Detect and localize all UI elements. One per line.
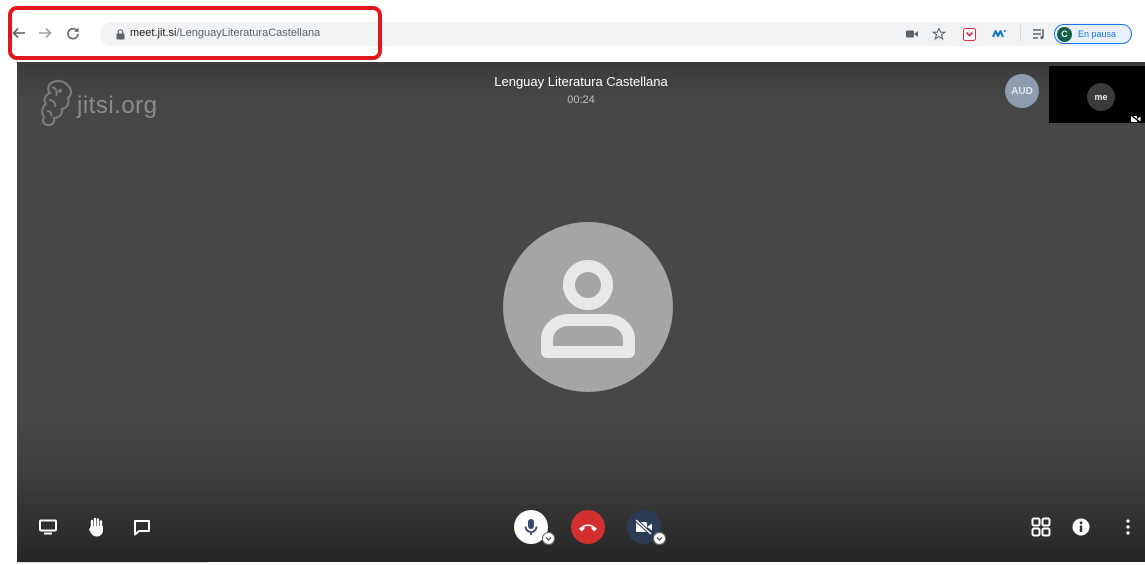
screen: meet.jit.si/LenguayLiteraturaCastellana … xyxy=(0,0,1145,565)
more-options-icon[interactable] xyxy=(1117,516,1139,538)
local-avatar: me xyxy=(1087,83,1115,111)
movistar-extension-icon[interactable] xyxy=(992,27,1006,41)
microphone-options-icon[interactable] xyxy=(542,532,555,545)
url-highlight-annotation xyxy=(8,6,382,60)
meeting-stage: jitsi.org Lenguay Literatura Castellana … xyxy=(17,62,1145,562)
browser-toolbar: meet.jit.si/LenguayLiteraturaCastellana … xyxy=(0,0,1145,62)
hangup-button[interactable] xyxy=(571,510,605,544)
media-queue-icon[interactable] xyxy=(1032,27,1046,41)
info-icon[interactable] xyxy=(1070,516,1092,538)
camera-off-icon xyxy=(634,519,653,535)
microphone-icon xyxy=(524,519,538,535)
toolbar-divider xyxy=(1020,25,1021,41)
pocket-extension-icon[interactable] xyxy=(963,27,976,41)
camera-options-icon[interactable] xyxy=(653,532,666,545)
star-icon[interactable] xyxy=(932,27,946,41)
default-user-icon xyxy=(541,260,635,358)
local-video-thumbnail[interactable]: me xyxy=(1049,66,1145,124)
local-camera-off-icon xyxy=(1130,110,1142,128)
hangup-icon xyxy=(579,524,597,532)
profile-avatar: C xyxy=(1057,26,1072,42)
chat-icon[interactable] xyxy=(131,516,153,538)
tile-view-icon[interactable] xyxy=(1029,515,1053,539)
large-participant-avatar xyxy=(503,222,673,392)
camera-blocked-icon[interactable] xyxy=(906,27,919,41)
raise-hand-icon[interactable] xyxy=(85,515,109,539)
remote-participant-avatar[interactable]: AUD xyxy=(1005,74,1039,108)
conference-timer: 00:24 xyxy=(567,94,595,106)
profile-status-label: En pausa xyxy=(1078,29,1117,39)
divider-line xyxy=(17,562,207,563)
screen-share-icon[interactable] xyxy=(37,516,59,538)
conference-title: Lenguay Literatura Castellana xyxy=(494,74,668,89)
profile-button[interactable]: C En pausa xyxy=(1054,24,1132,44)
